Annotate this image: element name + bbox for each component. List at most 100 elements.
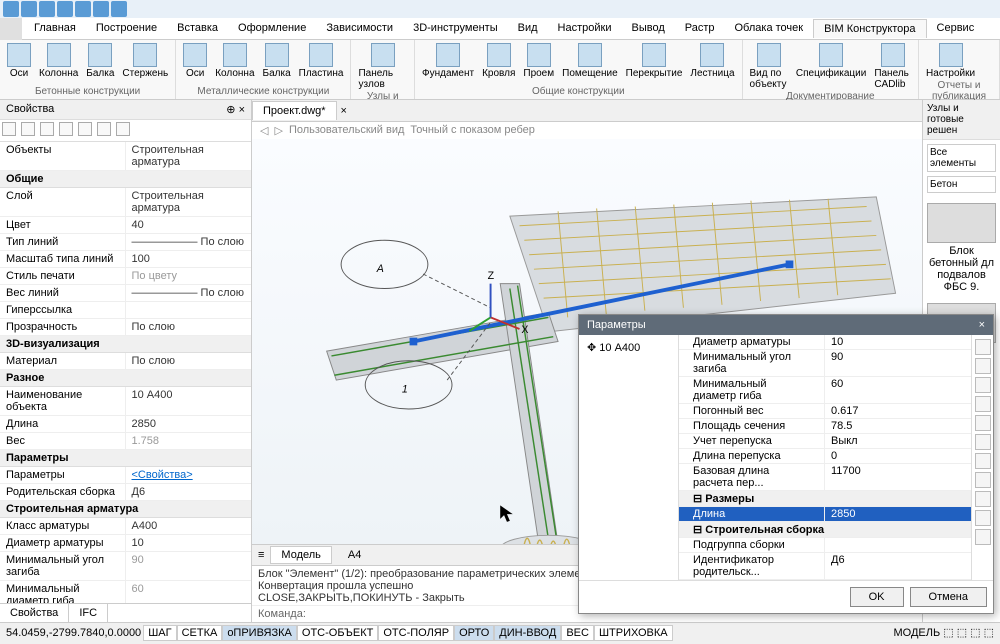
prop-section[interactable]: 3D-визуализация [0, 336, 251, 353]
dlg-value[interactable]: 2850 [825, 507, 971, 521]
side-icon[interactable] [975, 377, 991, 393]
dlg-row[interactable]: Минимальный угол загиба90 [679, 350, 971, 377]
ok-button[interactable]: OK [850, 587, 904, 607]
prop-value[interactable]: По цвету [126, 268, 252, 284]
dlg-section[interactable]: ⊟ Строительная сборка [679, 522, 971, 538]
dlg-row[interactable]: Длина2850 [679, 507, 971, 522]
prop-value[interactable]: 40 [126, 217, 252, 233]
dlg-row[interactable]: Площадь сечения78.5 [679, 419, 971, 434]
app-icon[interactable] [0, 18, 22, 40]
prop-value[interactable]: 100 [126, 251, 252, 267]
side-icon[interactable] [975, 472, 991, 488]
dlg-row[interactable]: Длина перепуска0 [679, 449, 971, 464]
tab-a4[interactable]: А4 [338, 547, 371, 563]
ribbon-button[interactable]: Стержень [119, 42, 171, 80]
prop-value[interactable]: Строительная арматура [126, 188, 252, 216]
dlg-row[interactable]: Учет перепускаВыкл [679, 434, 971, 449]
ribbon-button[interactable]: Лестница [687, 42, 737, 80]
qat-icon[interactable] [3, 1, 19, 17]
status-icon[interactable]: ⬚ ⬚ ⬚ ⬚ [943, 627, 994, 639]
object-type[interactable]: Строительная арматура [126, 142, 252, 170]
ribbon-button[interactable]: Балка [260, 42, 294, 80]
menu-tab[interactable]: Вывод [621, 19, 674, 38]
tab-properties[interactable]: Свойства [0, 604, 69, 622]
nav-right-icon[interactable]: ▷ [274, 124, 282, 137]
prop-value[interactable] [126, 302, 252, 318]
status-toggle[interactable]: ДИН-ВВОД [494, 625, 561, 641]
dlg-value[interactable]: 10 [825, 335, 971, 349]
menu-tab[interactable]: Облака точек [725, 19, 814, 38]
ribbon-button[interactable]: Настройки [923, 42, 978, 80]
ribbon-button[interactable]: Оси [4, 42, 34, 80]
qat-icon[interactable] [39, 1, 55, 17]
tb-icon[interactable] [21, 122, 35, 136]
status-toggle[interactable]: ОТС-ОБЪЕКТ [297, 625, 378, 641]
tb-icon[interactable] [2, 122, 16, 136]
dlg-row[interactable]: Идентификатор родительск...Д6 [679, 553, 971, 580]
prop-value[interactable]: А400 [126, 518, 252, 534]
prop-section[interactable]: Общие [0, 171, 251, 188]
status-model[interactable]: МОДЕЛЬ [893, 627, 940, 639]
dlg-value[interactable]: 60 [825, 377, 971, 403]
menu-tab[interactable]: Главная [24, 19, 86, 38]
prop-section[interactable]: Строительная арматура [0, 501, 251, 518]
dlg-value[interactable]: 90 [825, 350, 971, 376]
side-icon[interactable] [975, 434, 991, 450]
ribbon-button[interactable]: Фундамент [419, 42, 477, 80]
status-toggle[interactable]: ОТС-ПОЛЯР [378, 625, 454, 641]
prop-value[interactable]: По слою [126, 319, 252, 335]
dlg-value[interactable]: 78.5 [825, 419, 971, 433]
close-icon[interactable]: × [979, 319, 985, 331]
dlg-value[interactable]: Выкл [825, 434, 971, 448]
prop-value[interactable]: 10 [126, 535, 252, 551]
side-icon[interactable] [975, 529, 991, 545]
tb-icon[interactable] [78, 122, 92, 136]
side-icon[interactable] [975, 358, 991, 374]
side-icon[interactable] [975, 491, 991, 507]
panel-pin-icon[interactable]: ⊕ × [226, 103, 245, 116]
menu-tab[interactable]: Настройки [548, 19, 622, 38]
view-name[interactable]: Пользовательский вид [289, 124, 404, 137]
ribbon-button[interactable]: Оси [180, 42, 210, 80]
dlg-row[interactable]: Минимальный диаметр гиба60 [679, 377, 971, 404]
tab-model[interactable]: Модель [270, 546, 331, 564]
prop-value[interactable]: <Свойства> [126, 467, 252, 483]
ribbon-button[interactable]: Балка [83, 42, 117, 80]
visual-style[interactable]: Точный с показом ребер [410, 124, 535, 137]
qat-icon[interactable] [57, 1, 73, 17]
prop-value[interactable]: По слою [126, 353, 252, 369]
dialog-title-bar[interactable]: Параметры × [579, 315, 993, 335]
prop-value[interactable]: Д6 [126, 484, 252, 500]
tree-item[interactable]: ✥ 10 А400 [583, 339, 674, 356]
ribbon-button[interactable]: Спецификации [793, 42, 869, 91]
status-toggle[interactable]: СЕТКА [177, 625, 223, 641]
prop-value[interactable]: 10 А400 [126, 387, 252, 415]
tab-ifc[interactable]: IFC [69, 604, 108, 622]
menu-tab[interactable]: 3D-инструменты [403, 19, 508, 38]
ribbon-button[interactable]: Панель узлов [355, 42, 410, 91]
nav-left-icon[interactable]: ◁ [260, 124, 268, 137]
qat-icon[interactable] [93, 1, 109, 17]
side-icon[interactable] [975, 510, 991, 526]
cancel-button[interactable]: Отмена [910, 587, 987, 607]
dlg-value[interactable]: 0.617 [825, 404, 971, 418]
dlg-value[interactable]: 0 [825, 449, 971, 463]
tb-icon[interactable] [116, 122, 130, 136]
side-icon[interactable] [975, 396, 991, 412]
status-toggle[interactable]: ОРТО [454, 625, 494, 641]
menu-tab[interactable]: Построение [86, 19, 167, 38]
dlg-row[interactable]: Базовая длина расчета пер...11700 [679, 464, 971, 491]
category[interactable]: Бетон [927, 176, 996, 193]
tb-icon[interactable] [59, 122, 73, 136]
menu-tab[interactable]: Вид [508, 19, 548, 38]
doc-tab[interactable]: Проект.dwg* [252, 101, 337, 120]
status-toggle[interactable]: ШАГ [143, 625, 176, 641]
side-icon[interactable] [975, 453, 991, 469]
prop-section[interactable]: Разное [0, 370, 251, 387]
prop-value[interactable]: 60 [126, 581, 252, 603]
prop-value[interactable]: 1.758 [126, 433, 252, 449]
qat-icon[interactable] [21, 1, 37, 17]
status-toggle[interactable]: ВЕС [561, 625, 594, 641]
show-elements[interactable]: Все элементы [927, 144, 996, 172]
ribbon-button[interactable]: Панель CADlib [871, 42, 914, 91]
